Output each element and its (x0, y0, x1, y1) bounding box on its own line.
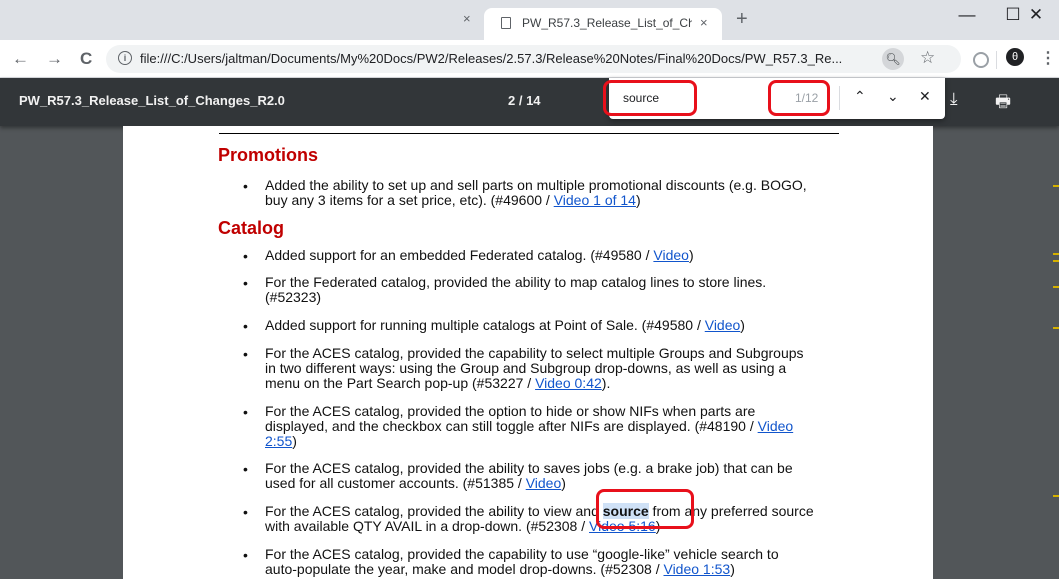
find-divider (839, 86, 840, 110)
scrollbar-marker (1053, 260, 1059, 262)
document-icon (501, 17, 511, 29)
annotation-box-count (768, 80, 830, 116)
item-text: For the ACES catalog, provided the abili… (265, 503, 603, 519)
find-previous-button[interactable]: ⌃ (854, 88, 866, 105)
item-text: ) (292, 433, 297, 449)
section-heading-promotions: Promotions (218, 145, 319, 165)
annotation-box-match (596, 489, 694, 529)
item-text: ) (730, 561, 735, 577)
download-icon[interactable]: ⤓ (950, 89, 958, 109)
item-text: in two different ways: using the Group a… (265, 360, 787, 376)
browser-toolbar: ← → C i file:///C:/Users/jaltman/Documen… (0, 40, 1059, 78)
bullet: • (243, 248, 248, 264)
menu-icon[interactable]: ⋮ (1040, 48, 1056, 68)
url-text[interactable]: file:///C:/Users/jaltman/Documents/My%20… (140, 51, 880, 66)
scrollbar-marker (1053, 185, 1059, 187)
tab-title: PW_R57.3_Release_List_of_Chang (522, 16, 692, 30)
info-icon[interactable]: i (118, 51, 132, 65)
item-text: ) (740, 317, 745, 333)
extension-icon[interactable] (973, 52, 989, 68)
bullet: • (243, 404, 248, 420)
video-link[interactable]: Video (653, 247, 689, 263)
list-item: Added the ability to set up and sell par… (265, 178, 835, 208)
list-item: For the ACES catalog, provided the optio… (265, 404, 835, 449)
scrollbar-marker (1053, 286, 1059, 288)
item-text: ). (601, 375, 611, 391)
item-text: ) (635, 192, 641, 208)
item-text: For the ACES catalog, provided the capab… (265, 345, 804, 361)
list-item: Added support for an embedded Federated … (265, 248, 835, 263)
pdf-title: PW_R57.3_Release_List_of_Changes_R2.0 (19, 93, 285, 108)
forward-button[interactable]: → (46, 49, 63, 69)
minimize-button[interactable]: — (944, 0, 990, 30)
video-link[interactable]: Video 1:53 (663, 561, 730, 577)
bullet: • (243, 178, 248, 194)
item-text: displayed, and the checkbox can still to… (265, 418, 758, 434)
item-text: ) (688, 247, 694, 263)
scrollbar-marker (1053, 495, 1059, 497)
item-text: Added the ability to set up and sell par… (265, 177, 807, 193)
item-text: Added support for an embedded Federated … (265, 247, 654, 263)
item-text: buy any 3 items for a set price, etc). (… (265, 192, 554, 208)
bullet: • (243, 346, 248, 362)
bullet: • (243, 318, 248, 334)
video-link[interactable]: Video 1 of 14 (554, 192, 636, 208)
find-next-button[interactable]: ⌄ (887, 88, 899, 105)
item-text: For the ACES catalog, provided the abili… (265, 460, 793, 476)
tab-strip: × PW_R57.3_Release_List_of_Chang × + — ☐… (0, 0, 1059, 40)
bullet: • (243, 461, 248, 477)
video-link[interactable]: Video (526, 475, 562, 491)
item-text: For the Federated catalog, provided the … (265, 274, 767, 290)
profile-avatar[interactable]: θ (1006, 48, 1024, 66)
list-item: For the ACES catalog, provided the capab… (265, 547, 835, 577)
toolbar-divider (996, 51, 997, 69)
section-heading-catalog: Catalog (218, 218, 285, 238)
list-item: For the ACES catalog, provided the abili… (265, 461, 835, 491)
video-link[interactable]: Video 0:42 (535, 375, 602, 391)
list-item: For the Federated catalog, provided the … (265, 275, 835, 305)
back-button[interactable]: ← (12, 49, 29, 69)
video-link[interactable]: Video (758, 418, 794, 434)
item-text: For the ACES catalog, provided the capab… (265, 546, 779, 562)
prev-tab-close-icon[interactable]: × (463, 11, 471, 26)
page-indicator: 2 / 14 (508, 93, 541, 108)
annotation-box-query (603, 80, 697, 116)
address-bar[interactable]: i file:///C:/Users/jaltman/Documents/My%… (106, 45, 961, 73)
tab-close-icon[interactable]: × (700, 15, 708, 30)
scrollbar-marker (1053, 253, 1059, 255)
tab-active[interactable]: PW_R57.3_Release_List_of_Chang × (484, 8, 722, 40)
item-text: with available QTY AVAIL in a drop-down.… (265, 518, 590, 534)
reload-button[interactable]: C (80, 49, 92, 69)
find-in-page-icon[interactable]: 🔍︎ (882, 48, 904, 70)
pdf-page: Promotions • Added the ability to set up… (123, 126, 933, 579)
item-text: menu on the Part Search pop-up (#53227 / (265, 375, 536, 391)
bullet: • (243, 504, 248, 520)
find-close-button[interactable]: ✕ (919, 88, 931, 105)
list-item: For the ACES catalog, provided the capab… (265, 346, 835, 391)
print-icon[interactable]: 🖶 (995, 89, 1011, 118)
scrollbar-marker (1053, 327, 1059, 329)
item-text: used for all customer accounts. (#51385 … (265, 475, 526, 491)
list-item: For the ACES catalog, provided the abili… (265, 503, 835, 534)
list-item: Added support for running multiple catal… (265, 318, 835, 333)
item-text: Added support for running multiple catal… (265, 317, 705, 333)
bookmark-star-icon[interactable]: ☆ (920, 48, 935, 68)
item-text: auto-populate the year, make and model d… (265, 561, 664, 577)
close-window-button[interactable]: ✕ (1013, 0, 1059, 30)
item-text: For the ACES catalog, provided the optio… (265, 403, 756, 419)
video-link[interactable]: 2:55 (265, 433, 292, 449)
item-text: ) (561, 475, 566, 491)
new-tab-button[interactable]: + (736, 8, 748, 31)
item-text: (#52323) (265, 289, 322, 305)
header-rule (219, 133, 839, 134)
video-link[interactable]: Video (705, 317, 741, 333)
bullet: • (243, 547, 248, 563)
bullet: • (243, 275, 248, 291)
